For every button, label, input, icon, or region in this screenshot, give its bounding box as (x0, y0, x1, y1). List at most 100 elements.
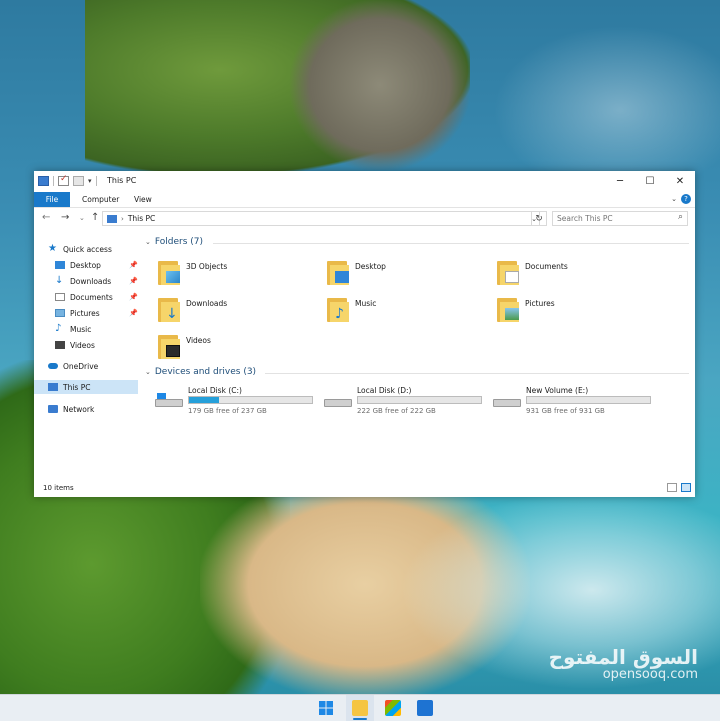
cloud-icon (48, 363, 58, 369)
tab-file[interactable]: File (34, 192, 70, 207)
wallpaper-rock (290, 0, 470, 170)
ribbon-tabs: File Computer View ⌄ ? (34, 192, 695, 208)
downloads-folder-icon: ↓ (158, 294, 180, 322)
tab-view[interactable]: View (134, 192, 152, 207)
search-icon[interactable]: ⌕ (678, 212, 683, 222)
computer-icon (107, 214, 117, 223)
section-title: Devices and drives (3) (154, 367, 257, 377)
download-icon: ↓ (55, 275, 64, 286)
sidebar-item-label: Quick access (63, 244, 112, 254)
sidebar-item-label: Pictures (70, 308, 100, 318)
search-input[interactable] (557, 214, 667, 223)
help-icon[interactable]: ? (681, 194, 691, 204)
folder-music[interactable]: ♪ Music (327, 294, 487, 328)
computer-icon (48, 383, 58, 391)
pin-icon: 📌 (129, 261, 138, 269)
sidebar-item-label: Documents (70, 292, 113, 302)
windows-drive-icon (155, 393, 183, 407)
sidebar-item-downloads[interactable]: ↓ Downloads 📌 (55, 274, 138, 288)
drive-name: New Volume (E:) (526, 386, 589, 395)
window-controls: ─ ☐ ✕ (605, 171, 695, 191)
sidebar-item-videos[interactable]: Videos (55, 338, 138, 352)
drive-usage-fill (189, 397, 220, 403)
up-button[interactable]: ↑ (91, 212, 99, 223)
status-item-count: 10 items (43, 484, 74, 492)
sidebar-item-label: Desktop (70, 260, 101, 270)
maximize-button[interactable]: ☐ (635, 171, 665, 191)
view-toggle (667, 483, 691, 492)
folder-label: 3D Objects (186, 262, 228, 271)
properties-icon[interactable] (58, 174, 69, 186)
sidebar-item-label: Videos (70, 340, 95, 350)
close-button[interactable]: ✕ (665, 171, 695, 191)
large-icons-view-icon[interactable] (681, 483, 691, 492)
3d-objects-folder-icon (158, 257, 180, 285)
new-folder-icon[interactable] (73, 176, 84, 186)
store-icon[interactable] (385, 700, 401, 716)
toolbar-divider (53, 176, 54, 186)
pin-icon: 📌 (129, 277, 138, 285)
sidebar-item-label: This PC (63, 382, 91, 392)
pin-icon: 📌 (129, 309, 138, 317)
computer-icon[interactable] (38, 176, 49, 186)
drive-name: Local Disk (C:) (188, 386, 242, 395)
file-explorer-icon[interactable] (352, 700, 368, 716)
music-folder-icon: ♪ (327, 294, 349, 322)
videos-icon (55, 341, 65, 349)
collapse-icon[interactable]: ⌄ (145, 238, 151, 246)
navigation-bar: ← → ⌄ ↑ › This PC ⌄ ↻ ⌕ (34, 208, 695, 228)
music-icon: ♪ (55, 323, 62, 334)
folder-desktop[interactable]: Desktop (327, 257, 487, 291)
taskbar (0, 694, 720, 721)
sidebar-item-network[interactable]: Network (48, 402, 138, 416)
sidebar-item-label: OneDrive (63, 361, 99, 371)
back-button[interactable]: ← (42, 212, 50, 223)
minimize-button[interactable]: ─ (605, 171, 635, 191)
watermark-arabic: السوق المفتوح (548, 645, 698, 669)
mail-icon[interactable] (417, 700, 433, 716)
sidebar-item-quick-access[interactable]: ★ Quick access (48, 242, 138, 256)
drive-e[interactable]: New Volume (E:) 931 GB free of 931 GB (493, 386, 658, 417)
watermark-logo: السوق المفتوح opensooq.com (549, 646, 698, 682)
folder-pictures[interactable]: Pictures (497, 294, 657, 328)
drive-usage-bar (357, 396, 482, 404)
sidebar-item-music[interactable]: ♪ Music (55, 322, 138, 336)
ribbon-controls: ⌄ ? (671, 194, 691, 204)
folders-section-header[interactable]: ⌄ Folders (7) (145, 237, 689, 247)
recent-locations-icon[interactable]: ⌄ (79, 214, 85, 222)
collapse-icon[interactable]: ⌄ (145, 368, 151, 376)
details-view-icon[interactable] (667, 483, 677, 492)
navigation-pane: ★ Quick access Desktop 📌 ↓ Downloads 📌 D… (34, 237, 138, 482)
breadcrumb[interactable]: This PC (128, 214, 155, 223)
documents-folder-icon (497, 257, 519, 285)
folder-label: Pictures (525, 299, 555, 308)
folder-documents[interactable]: Documents (497, 257, 657, 291)
sidebar-item-onedrive[interactable]: OneDrive (48, 359, 138, 373)
sidebar-item-this-pc[interactable]: This PC (34, 380, 138, 394)
drive-c[interactable]: Local Disk (C:) 179 GB free of 237 GB (155, 386, 320, 417)
folder-downloads[interactable]: ↓ Downloads (158, 294, 318, 328)
drives-section-header[interactable]: ⌄ Devices and drives (3) (145, 367, 689, 377)
search-box[interactable]: ⌕ (552, 211, 688, 226)
sidebar-item-documents[interactable]: Documents 📌 (55, 290, 138, 304)
section-divider (213, 243, 689, 244)
drive-free-space: 931 GB free of 931 GB (526, 407, 605, 415)
sidebar-item-label: Network (63, 404, 95, 414)
folder-videos[interactable]: Videos (158, 331, 318, 365)
sidebar-item-pictures[interactable]: Pictures 📌 (55, 306, 138, 320)
sidebar-item-desktop[interactable]: Desktop 📌 (55, 258, 138, 272)
forward-button[interactable]: → (61, 212, 69, 223)
desktop-icon (55, 261, 65, 269)
address-bar[interactable]: › This PC ⌄ (102, 211, 540, 226)
drive-d[interactable]: Local Disk (D:) 222 GB free of 222 GB (324, 386, 489, 417)
start-icon[interactable] (318, 700, 334, 716)
expand-ribbon-icon[interactable]: ⌄ (671, 195, 677, 203)
drive-icon (493, 393, 521, 407)
documents-icon (55, 293, 65, 301)
refresh-button[interactable]: ↻ (531, 211, 547, 226)
drive-free-space: 222 GB free of 222 GB (357, 407, 436, 415)
customize-toolbar-icon[interactable]: ▾ (88, 177, 92, 185)
folder-3d-objects[interactable]: 3D Objects (158, 257, 318, 291)
tab-computer[interactable]: Computer (82, 192, 119, 207)
folder-label: Documents (525, 262, 568, 271)
